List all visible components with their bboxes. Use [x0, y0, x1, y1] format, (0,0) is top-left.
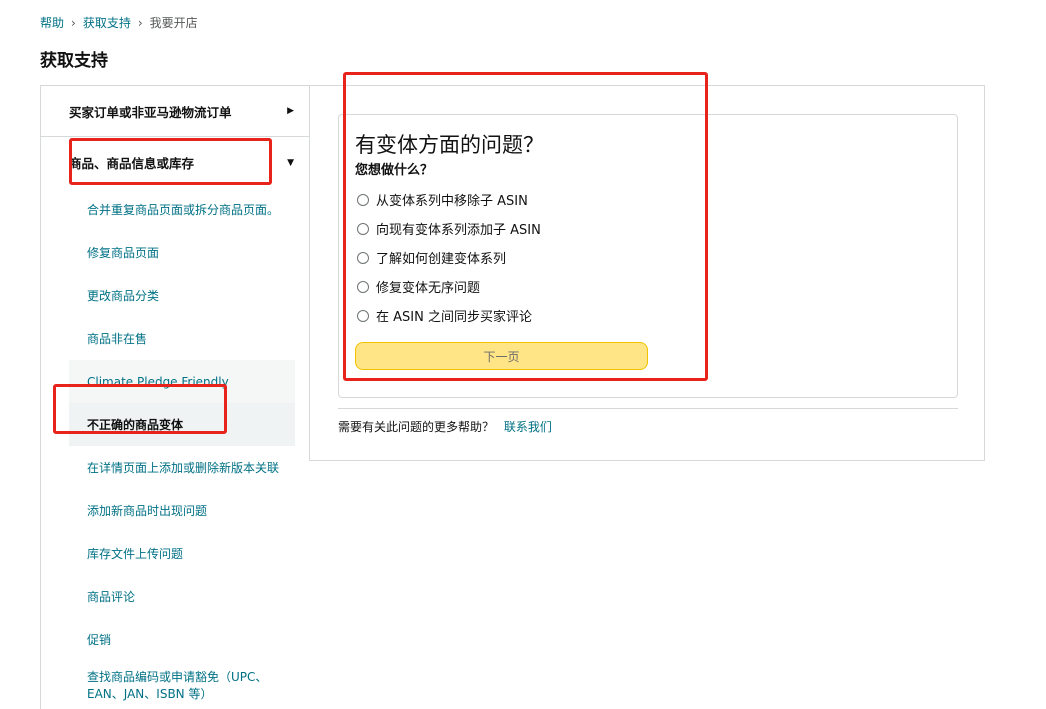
radio-button[interactable] — [357, 309, 369, 322]
contact-us-link[interactable]: 联系我们 — [504, 420, 552, 434]
breadcrumb-current: 我要开店 — [149, 16, 198, 30]
sidebar-item-reviews[interactable]: 商品评论 — [69, 575, 295, 618]
breadcrumb: 帮助 › 获取支持 › 我要开店 — [40, 14, 198, 31]
option-label: 从变体系列中移除子 ASIN — [376, 194, 528, 209]
caret-right-icon: ▶ — [287, 106, 294, 116]
sidebar-category-label: 商品、商品信息或库存 — [69, 156, 195, 171]
breadcrumb-separator-icon: › — [137, 15, 143, 30]
next-page-button[interactable]: 下一页 — [355, 342, 648, 370]
page: 帮助 › 获取支持 › 我要开店 获取支持 买家订单或非亚马逊物流订单 ▶ 商品… — [0, 0, 1046, 709]
question-title: 有变体方面的问题？ — [355, 133, 544, 157]
option-remove-child-asin[interactable]: 从变体系列中移除子 ASIN — [357, 185, 541, 214]
sidebar-item-incorrect-variation[interactable]: 不正确的商品变体 — [69, 403, 295, 446]
page-title: 获取支持 — [40, 51, 108, 71]
option-list: 从变体系列中移除子 ASIN 向现有变体系列添加子 ASIN 了解如何创建变体系… — [357, 185, 541, 330]
sidebar-item-change-category[interactable]: 更改商品分类 — [69, 274, 295, 317]
radio-button[interactable] — [357, 280, 369, 293]
option-sync-reviews[interactable]: 在 ASIN 之间同步买家评论 — [357, 301, 541, 330]
option-label: 了解如何创建变体系列 — [376, 252, 507, 267]
sidebar-item-add-product-issue[interactable]: 添加新商品时出现问题 — [69, 489, 295, 532]
radio-button[interactable] — [357, 251, 369, 264]
sidebar-category-buyer-orders[interactable]: 买家订单或非亚马逊物流订单 ▶ — [41, 86, 310, 137]
sidebar-item-not-for-sale[interactable]: 商品非在售 — [69, 317, 295, 360]
help-line: 需要有关此问题的更多帮助？ 联系我们 — [338, 418, 552, 435]
help-text: 需要有关此问题的更多帮助？ — [338, 420, 495, 434]
sidebar-item-product-id-exemption[interactable]: 查找商品编码或申请豁免（UPC、EAN、JAN、ISBN 等） — [69, 661, 295, 709]
radio-button[interactable] — [357, 222, 369, 235]
option-learn-create-family[interactable]: 了解如何创建变体系列 — [357, 243, 541, 272]
sidebar-subitems: 合并重复商品页面或拆分商品页面。 修复商品页面 更改商品分类 商品非在售 Cli… — [41, 188, 310, 709]
main-panel: 有变体方面的问题？ 您想做什么？ 从变体系列中移除子 ASIN 向现有变体系列添… — [309, 85, 985, 461]
sidebar-item-inventory-upload[interactable]: 库存文件上传问题 — [69, 532, 295, 575]
breadcrumb-separator-icon: › — [71, 15, 76, 30]
breadcrumb-get-support-link[interactable]: 获取支持 — [83, 14, 131, 31]
question-box: 有变体方面的问题？ 您想做什么？ 从变体系列中移除子 ASIN 向现有变体系列添… — [338, 114, 958, 398]
breadcrumb-help-link[interactable]: 帮助 — [40, 14, 64, 31]
sidebar: 买家订单或非亚马逊物流订单 ▶ 商品、商品信息或库存 ▼ 合并重复商品页面或拆分… — [40, 85, 310, 709]
sidebar-item-promotions[interactable]: 促销 — [69, 618, 295, 661]
option-label: 在 ASIN 之间同步买家评论 — [376, 310, 532, 325]
sidebar-item-merge-split[interactable]: 合并重复商品页面或拆分商品页面。 — [69, 188, 295, 231]
radio-button[interactable] — [357, 193, 369, 206]
sidebar-item-climate-pledge[interactable]: Climate Pledge Friendly — [69, 360, 295, 403]
sidebar-item-fix-product-page[interactable]: 修复商品页面 — [69, 231, 295, 274]
sidebar-category-label: 买家订单或非亚马逊物流订单 — [69, 104, 232, 120]
sidebar-item-edition-linking[interactable]: 在详情页面上添加或删除新版本关联 — [69, 446, 295, 489]
option-label: 向现有变体系列添加子 ASIN — [376, 223, 541, 238]
caret-down-icon: ▼ — [287, 157, 294, 168]
divider — [338, 408, 958, 409]
option-fix-variation-order[interactable]: 修复变体无序问题 — [357, 272, 541, 301]
sidebar-category-products[interactable]: 商品、商品信息或库存 ▼ — [41, 137, 310, 188]
option-add-child-asin[interactable]: 向现有变体系列添加子 ASIN — [357, 214, 541, 243]
question-subtitle: 您想做什么？ — [355, 163, 434, 178]
option-label: 修复变体无序问题 — [376, 281, 481, 296]
